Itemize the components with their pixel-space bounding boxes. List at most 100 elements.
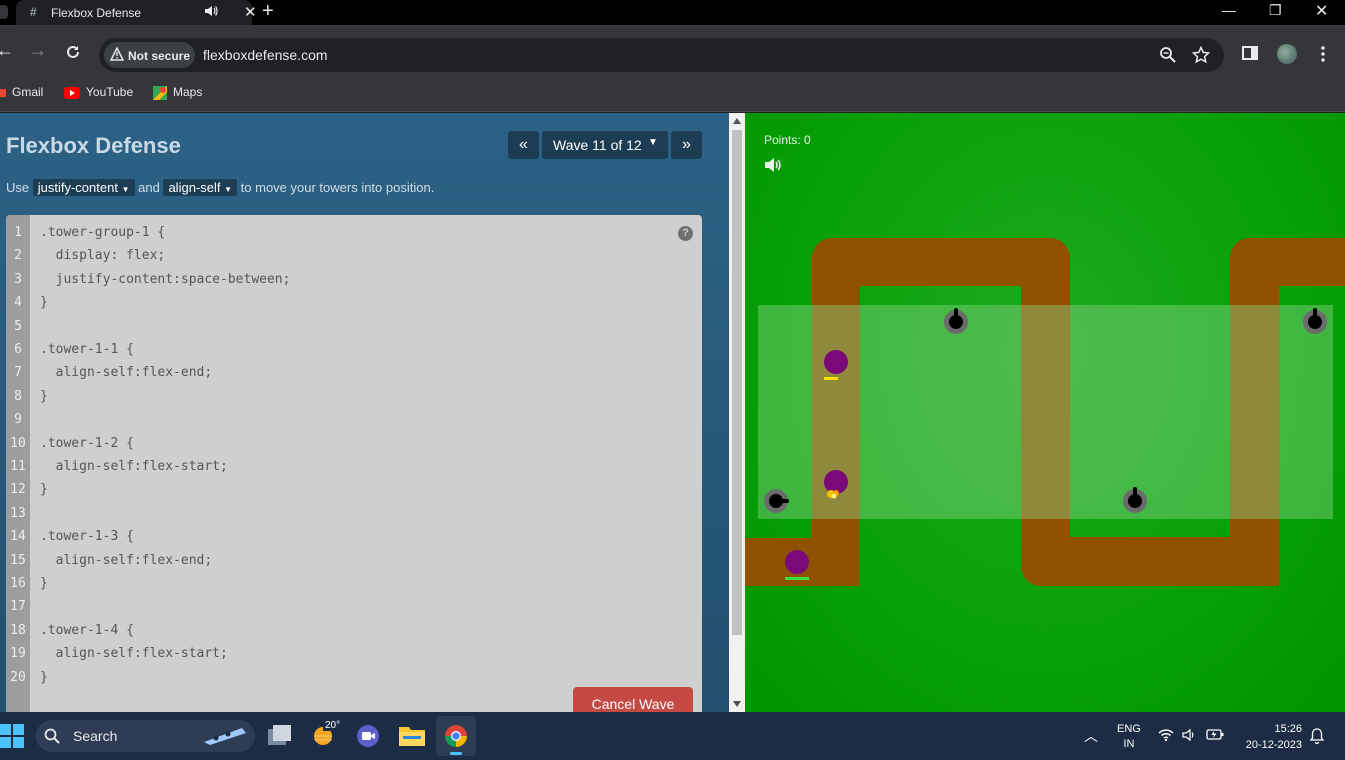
tab-close-icon[interactable]: ✕ [244,3,257,21]
next-wave-button[interactable]: » [671,131,702,159]
line-number: 19 [10,646,26,662]
forward-button[interactable]: → [29,40,47,60]
sound-toggle-icon[interactable] [764,157,782,173]
code-line[interactable]: align-self:flex-start; [40,459,228,474]
game-title: Flexbox Defense [6,133,181,158]
audio-playing-icon[interactable] [204,4,218,18]
help-icon[interactable]: ? [678,226,693,241]
wave-select-dropdown[interactable]: Wave 11 of 12 ▼ [542,131,668,159]
youtube-icon [64,86,80,99]
minimize-button[interactable]: — [1222,2,1236,18]
task-view-icon[interactable] [268,725,292,747]
code-line[interactable]: } [40,576,48,591]
tab-flexbox-defense[interactable]: # Flexbox Defense ✕ [16,0,257,25]
bookmark-star-icon[interactable] [1192,46,1210,64]
game-board: Points: 0 [745,113,1345,712]
code-line[interactable]: } [40,389,48,404]
chat-app-icon[interactable] [356,725,380,747]
address-bar[interactable]: Not secure flexboxdefense.com [99,38,1224,72]
tower-barrel [776,499,789,503]
cancel-wave-button[interactable]: Cancel Wave [573,687,693,712]
caret-down-icon: ▼ [121,185,130,194]
page-scrollbar[interactable] [729,113,745,712]
window-close-button[interactable]: ✕ [1315,1,1328,21]
tower[interactable] [1303,308,1327,334]
line-number: 14 [10,529,26,545]
code-line[interactable]: .tower-1-2 { [40,436,134,451]
code-line[interactable]: justify-content:space-between; [40,272,291,287]
windows-start-icon[interactable] [0,724,24,748]
tab-search-button[interactable] [0,5,8,19]
prev-wave-button[interactable]: « [508,131,539,159]
tower[interactable] [1123,487,1147,513]
bookmark-maps[interactable]: Maps [153,85,202,100]
code-line[interactable]: .tower-1-3 { [40,529,134,544]
restore-button[interactable]: ❐ [1269,2,1282,19]
hit-explosion-icon [827,490,839,499]
line-number: 18 [10,622,26,638]
zoom-icon[interactable] [1159,46,1177,64]
code-line[interactable]: align-self:flex-end; [40,365,213,380]
justify-content-dropdown[interactable]: justify-content ▼ [32,179,135,196]
side-panel-icon[interactable] [1242,46,1258,60]
prop1-label: justify-content [37,180,118,195]
line-number: 2 [14,248,22,264]
line-number: 8 [14,388,22,404]
file-explorer-icon[interactable] [399,724,425,746]
code-line[interactable]: .tower-1-1 { [40,342,134,357]
back-button[interactable]: ← [0,40,14,60]
security-chip[interactable]: Not secure [104,42,195,68]
line-number: 12 [10,482,26,498]
align-self-dropdown[interactable]: align-self ▼ [163,179,238,196]
code-line[interactable]: display: flex; [40,248,166,263]
browser-toolbar: ← → Not secure flexboxdefense.com [0,25,1345,79]
code-line[interactable]: } [40,295,48,310]
wifi-icon[interactable] [1158,728,1174,742]
chrome-taskbar-button[interactable] [436,716,476,756]
code-line[interactable]: } [40,482,48,497]
clock[interactable]: 15:26 20-12-2023 [1240,721,1302,753]
points-label: Points: 0 [764,133,811,147]
tray-overflow-chevron-icon[interactable]: ︿ [1084,726,1098,746]
reload-icon[interactable] [65,44,81,60]
menu-kebab-icon[interactable] [1320,46,1326,62]
enemy-health-bar [785,577,809,580]
search-icon [44,728,60,744]
notification-bell-icon[interactable] [1310,728,1324,744]
active-indicator [450,752,462,755]
bookmark-label: Maps [173,85,203,99]
region-label: IN [1123,738,1135,750]
instruction-rest: to move your towers into position. [240,180,435,195]
line-number: 7 [14,365,22,381]
weather-widget[interactable]: 20° [311,720,343,753]
line-number: 15 [10,552,26,568]
profile-avatar[interactable] [1277,44,1297,64]
code-line[interactable]: .tower-group-1 { [40,225,165,240]
weather-temp: 20° [323,720,343,731]
gmail-icon [0,88,6,97]
url-text: flexboxdefense.com [203,47,328,63]
bookmark-youtube[interactable]: YouTube [64,85,133,99]
code-line[interactable]: align-self:flex-start; [40,646,228,661]
maps-icon [153,85,167,100]
tab-favicon: # [30,5,37,19]
code-line[interactable]: align-self:flex-end; [40,553,213,568]
tower-barrel [1133,487,1137,499]
battery-icon[interactable] [1206,728,1224,740]
scroll-down-arrow-icon[interactable] [733,701,741,707]
code-line[interactable]: .tower-1-4 { [40,623,134,638]
bookmark-label: Gmail [12,85,44,99]
line-number: 9 [14,412,22,428]
new-tab-button[interactable]: + [262,1,274,21]
tower[interactable] [944,308,968,334]
taskbar-search[interactable]: Search [36,720,255,752]
volume-icon[interactable] [1182,728,1196,742]
code-line[interactable]: } [40,670,48,685]
tower[interactable] [764,489,789,513]
prop2-label: align-self [168,180,221,195]
scrollbar-thumb[interactable] [732,130,742,635]
css-editor[interactable]: 1 2 3 4 5 6 7 8 9 10 11 12 13 14 15 16 17 18 19 20 .tower-g… [6,215,702,712]
bookmark-gmail[interactable]: Gmail [0,85,43,99]
scroll-up-arrow-icon[interactable] [733,118,741,124]
language-indicator[interactable]: ENG IN [1117,722,1141,752]
